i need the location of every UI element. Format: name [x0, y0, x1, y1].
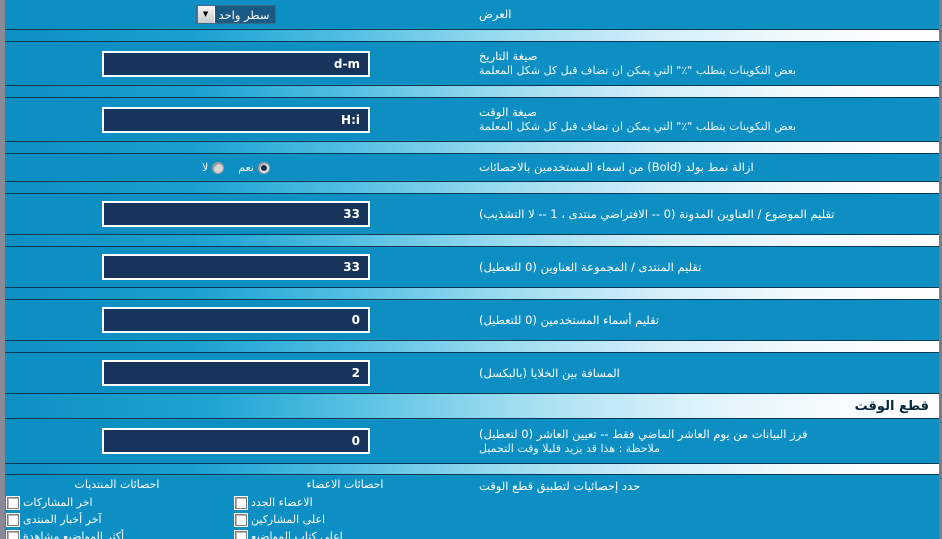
row-separator — [5, 181, 939, 194]
bold-removal-radio-yes[interactable]: نعم — [238, 161, 270, 174]
time-cut-stats-control-cell: احصائات الاعضاء الاعضاء الجدد اعلى المشا… — [5, 475, 467, 539]
checkbox-item[interactable]: آخر أخبار المنتدى — [7, 511, 227, 528]
checkbox-icon[interactable] — [235, 496, 247, 509]
checkbox-label: أكثر المواضيع مشاهدة — [23, 530, 125, 539]
date-format-input[interactable] — [102, 50, 370, 77]
chevron-down-icon[interactable]: ▼ — [196, 6, 215, 23]
checkbox-icon[interactable] — [7, 496, 19, 509]
setting-row-display: العرض سطر واحد ▼ — [5, 0, 939, 29]
checkbox-column-members: احصائات الاعضاء الاعضاء الجدد اعلى المشا… — [231, 477, 459, 539]
radio-unselected-icon[interactable] — [212, 161, 225, 174]
time-cut-stats-label-cell: حدد إحصائيات لتطبيق قطع الوقت — [467, 475, 939, 498]
setting-row-bold-removal: ازالة نمط بولد (Bold) من اسماء المستخدمي… — [5, 154, 939, 181]
display-mode-selected-value: سطر واحد — [214, 6, 276, 23]
time-format-input[interactable] — [102, 106, 370, 133]
thread-trim-input[interactable] — [102, 201, 370, 227]
checkbox-item[interactable]: الاعضاء الجدد — [235, 494, 455, 511]
date-format-control-cell — [5, 47, 467, 81]
setting-row-time-cut-sort: فرز البيانات من يوم العاشر الماضي فقط --… — [5, 419, 939, 463]
checkbox-label: اعلى المشاركين — [251, 513, 326, 526]
row-separator — [5, 463, 939, 475]
row-separator — [5, 340, 939, 353]
settings-page: العرض سطر واحد ▼ صيغة التاريخ بعض التكوي… — [0, 0, 942, 539]
setting-row-username-trim: تقليم أسماء المستخدمين (0 للتعطيل) — [5, 300, 939, 340]
checkbox-icon[interactable] — [235, 513, 247, 526]
forum-trim-control-cell — [5, 250, 467, 284]
date-format-description: بعض التكوينات يتطلب "٪" التي يمكن ان تضا… — [479, 64, 797, 77]
cell-spacing-control-cell — [5, 356, 467, 390]
checkbox-label: الاعضاء الجدد — [251, 496, 313, 509]
time-cut-sort-description: ملاحظة : هذا قد يزيد قليلا وقت التحميل — [479, 441, 660, 455]
bold-removal-label: ازالة نمط بولد (Bold) من اسماء المستخدمي… — [479, 160, 754, 174]
checkbox-item[interactable]: أكثر المواضيع مشاهدة — [7, 528, 227, 539]
checkbox-column-forums-header: احصائات المنتديات — [74, 478, 160, 491]
time-format-label: صيغة الوقت — [479, 105, 538, 119]
bold-removal-control-cell: نعم لا — [5, 157, 467, 178]
row-separator — [5, 287, 939, 300]
time-cut-sort-label: فرز البيانات من يوم العاشر الماضي فقط --… — [479, 426, 808, 441]
checkbox-label: اعلى كتاب المواضيع — [251, 530, 343, 539]
row-separator — [5, 29, 939, 42]
forum-trim-label-cell: تقليم المنتدى / المجموعة العناوين (0 للت… — [467, 256, 939, 279]
username-trim-label: تقليم أسماء المستخدمين (0 للتعطيل) — [479, 312, 660, 327]
time-cut-stats-label: حدد إحصائيات لتطبيق قطع الوقت — [479, 479, 641, 493]
forum-trim-input[interactable] — [102, 254, 370, 280]
cell-spacing-label: المسافة بين الخلايا (بالبكسل) — [479, 365, 620, 380]
radio-selected-icon[interactable] — [258, 161, 270, 174]
display-label: العرض — [479, 7, 512, 21]
row-separator — [5, 234, 939, 247]
time-format-description: بعض التكوينات يتطلب "٪" التي يمكن ان تضا… — [479, 120, 797, 133]
display-label-cell: العرض — [467, 3, 939, 26]
display-control-cell: سطر واحد ▼ — [5, 1, 467, 28]
display-mode-select[interactable]: سطر واحد ▼ — [195, 5, 277, 24]
thread-trim-label-cell: تقليم الموضوع / العناوين المدونة (0 -- ا… — [467, 203, 939, 226]
checkbox-column-forums: احصائات المنتديات اخر المشاركات آخر أخبا… — [5, 477, 231, 539]
setting-row-forum-trim: تقليم المنتدى / المجموعة العناوين (0 للت… — [5, 247, 939, 287]
cell-spacing-input[interactable] — [102, 360, 370, 386]
bold-removal-radio-no[interactable]: لا — [202, 161, 225, 174]
username-trim-control-cell — [5, 303, 467, 337]
thread-trim-label: تقليم الموضوع / العناوين المدونة (0 -- ا… — [479, 206, 835, 221]
time-cut-sort-input[interactable] — [102, 428, 370, 454]
checkbox-item[interactable]: اعلى كتاب المواضيع — [235, 528, 455, 539]
checkbox-icon[interactable] — [7, 530, 19, 539]
setting-row-date-format: صيغة التاريخ بعض التكوينات يتطلب "٪" الت… — [5, 42, 939, 85]
checkbox-icon[interactable] — [7, 513, 19, 526]
date-format-label: صيغة التاريخ — [479, 49, 538, 63]
checkbox-column-members-header: احصائات الاعضاء — [306, 478, 384, 491]
time-format-control-cell — [5, 103, 467, 137]
bold-removal-yes-label: نعم — [238, 161, 254, 174]
section-title-time-cut: قطع الوقت — [854, 398, 929, 414]
setting-row-thread-trim: تقليم الموضوع / العناوين المدونة (0 -- ا… — [5, 194, 939, 234]
forum-trim-label: تقليم المنتدى / المجموعة العناوين (0 للت… — [479, 259, 702, 274]
setting-row-cell-spacing: المسافة بين الخلايا (بالبكسل) — [5, 353, 939, 393]
bold-removal-label-cell: ازالة نمط بولد (Bold) من اسماء المستخدمي… — [467, 156, 939, 179]
username-trim-label-cell: تقليم أسماء المستخدمين (0 للتعطيل) — [467, 309, 939, 332]
time-cut-sort-control-cell — [5, 424, 467, 458]
checkbox-item[interactable]: اعلى المشاركين — [235, 511, 455, 528]
bold-removal-radio-group: نعم لا — [202, 161, 270, 174]
setting-row-time-cut-stats: حدد إحصائيات لتطبيق قطع الوقت احصائات ال… — [5, 475, 939, 539]
thread-trim-control-cell — [5, 197, 467, 231]
row-separator — [5, 85, 939, 98]
row-separator — [5, 141, 939, 154]
cell-spacing-label-cell: المسافة بين الخلايا (بالبكسل) — [467, 362, 939, 385]
bold-removal-no-label: لا — [202, 161, 209, 174]
time-cut-sort-label-cell: فرز البيانات من يوم العاشر الماضي فقط --… — [467, 423, 939, 460]
checkbox-label: آخر أخبار المنتدى — [23, 513, 102, 526]
date-format-label-cell: صيغة التاريخ بعض التكوينات يتطلب "٪" الت… — [467, 45, 939, 82]
checkbox-label: اخر المشاركات — [23, 496, 93, 509]
setting-row-time-format: صيغة الوقت بعض التكوينات يتطلب "٪" التي … — [5, 98, 939, 141]
checkbox-icon[interactable] — [235, 530, 247, 539]
time-format-label-cell: صيغة الوقت بعض التكوينات يتطلب "٪" التي … — [467, 101, 939, 138]
checkbox-item[interactable]: اخر المشاركات — [7, 494, 227, 511]
section-header-time-cut: قطع الوقت — [5, 393, 939, 419]
username-trim-input[interactable] — [102, 307, 370, 333]
